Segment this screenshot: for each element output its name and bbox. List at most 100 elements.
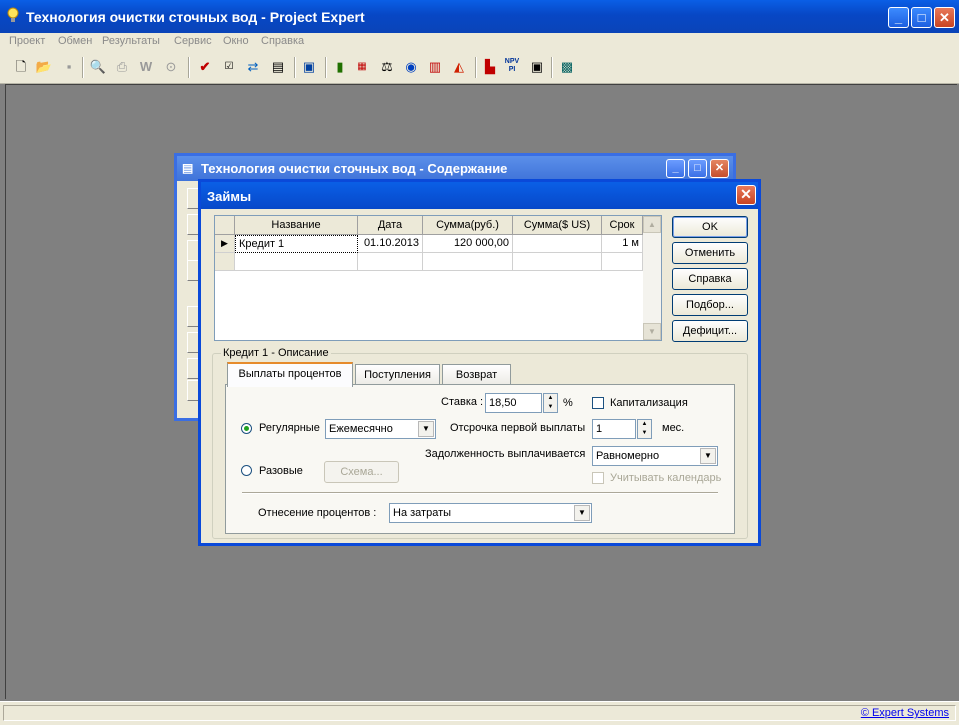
bookmark-icon[interactable]: ▮ <box>331 58 349 76</box>
chevron-down-icon[interactable]: ▼ <box>574 505 590 521</box>
calendar-label: Учитывать календарь <box>610 472 722 484</box>
deficit-button[interactable]: Дефицит... <box>672 320 748 342</box>
cell-empty[interactable] <box>513 253 602 271</box>
expert-systems-link[interactable]: © Expert Systems <box>861 707 949 719</box>
cell-term[interactable]: 1 м <box>602 235 643 253</box>
row-indicator[interactable] <box>215 253 235 271</box>
print-icon[interactable]: ⎙ <box>113 58 131 76</box>
analysis-icon[interactable]: ▩ <box>558 58 576 76</box>
contents-title: Технология очистки сточных вод - Содержа… <box>201 161 508 176</box>
table-icon[interactable]: ▣ <box>528 58 546 76</box>
scheme-button[interactable]: Схема... <box>324 461 399 483</box>
grid-corner <box>215 216 235 235</box>
cell-sum-usd[interactable] <box>513 235 602 253</box>
close-button[interactable]: ✕ <box>934 7 955 28</box>
chart-icon[interactable]: ◭ <box>450 58 468 76</box>
row-indicator-icon[interactable]: ▶ <box>215 235 235 253</box>
contents-titlebar: ▤ Технология очистки сточных вод - Содер… <box>177 156 733 181</box>
status-bar: © Expert Systems <box>0 701 959 725</box>
column-header-sum-rub[interactable]: Сумма(руб.) <box>423 216 513 235</box>
cell-empty[interactable] <box>423 253 513 271</box>
debt-label: Задолженность выплачивается <box>425 448 586 460</box>
menu-window[interactable]: Окно <box>223 35 249 47</box>
balance-icon[interactable]: ⚖ <box>378 58 396 76</box>
cell-empty[interactable] <box>358 253 423 271</box>
calculator-icon[interactable]: ◉ <box>402 58 420 76</box>
select-button[interactable]: Подбор... <box>672 294 748 316</box>
attribution-select[interactable]: На затраты ▼ <box>389 503 592 523</box>
loans-dialog: Займы ✕ Название Дата Сумма(руб.) Сумма(… <box>198 179 761 546</box>
word-export-icon[interactable]: W <box>137 58 155 76</box>
cell-sum-rub[interactable]: 120 000,00 <box>423 235 513 253</box>
spin-up-icon[interactable]: ▲ <box>544 394 557 403</box>
regular-label: Регулярные <box>259 422 320 434</box>
deferral-input[interactable]: 1 <box>592 419 636 439</box>
tab-receipts[interactable]: Поступления <box>355 364 440 385</box>
dialog-titlebar: Займы ✕ <box>201 182 758 209</box>
ok-button[interactable]: OK <box>672 216 748 238</box>
cell-empty[interactable] <box>235 253 358 271</box>
report-icon[interactable]: ▥ <box>426 58 444 76</box>
tab-interest-payments[interactable]: Выплаты процентов <box>227 362 353 387</box>
search-icon[interactable]: ⊙ <box>162 58 180 76</box>
contents-minimize-button[interactable]: _ <box>666 159 685 178</box>
help-button[interactable]: Справка <box>672 268 748 290</box>
regular-period-select[interactable]: Ежемесячно ▼ <box>325 419 436 439</box>
column-header-term[interactable]: Срок <box>602 216 643 235</box>
regular-period-value: Ежемесячно <box>329 423 393 435</box>
dialog-close-button[interactable]: ✕ <box>736 185 756 205</box>
cancel-button[interactable]: Отменить <box>672 242 748 264</box>
cell-empty[interactable] <box>602 253 643 271</box>
grid-scrollbar[interactable]: ▲ ▼ <box>643 216 661 340</box>
contents-close-button[interactable]: ✕ <box>710 159 729 178</box>
column-header-name[interactable]: Название <box>235 216 358 235</box>
onetime-radio[interactable] <box>241 465 252 476</box>
spin-up-icon[interactable]: ▲ <box>638 420 651 429</box>
chevron-down-icon[interactable]: ▼ <box>700 448 716 464</box>
menu-exchange[interactable]: Обмен <box>58 35 92 47</box>
rate-input[interactable]: 18,50 <box>485 393 542 413</box>
scroll-down-icon[interactable]: ▼ <box>643 323 661 340</box>
cashflow-icon[interactable]: ▦ <box>353 58 371 76</box>
new-file-icon[interactable]: 🗋 <box>12 58 30 76</box>
calendar-checkbox[interactable] <box>592 472 604 484</box>
onetime-label: Разовые <box>259 465 303 477</box>
column-header-date[interactable]: Дата <box>358 216 423 235</box>
spin-down-icon[interactable]: ▼ <box>638 429 651 438</box>
column-header-sum-usd[interactable]: Сумма($ US) <box>513 216 602 235</box>
notes-icon[interactable]: ▤ <box>269 58 287 76</box>
regular-radio[interactable] <box>241 423 252 434</box>
minimize-button[interactable]: _ <box>888 7 909 28</box>
save-icon[interactable]: ▪ <box>60 58 78 76</box>
capitalization-checkbox[interactable] <box>592 397 604 409</box>
debt-repayment-select[interactable]: Равномерно ▼ <box>592 446 718 466</box>
print-preview-icon[interactable]: 🔍 <box>89 58 107 76</box>
loans-grid[interactable]: Название Дата Сумма(руб.) Сумма($ US) Ср… <box>214 215 662 341</box>
menu-bar: Проект Обмен Результаты Сервис Окно Спра… <box>0 33 959 53</box>
menu-service[interactable]: Сервис <box>174 35 212 47</box>
check-icon[interactable]: ☑ <box>220 58 238 76</box>
dialog-title: Займы <box>207 189 252 204</box>
screen-icon[interactable]: ▣ <box>300 58 318 76</box>
deferral-spinner[interactable]: ▲ ▼ <box>637 419 652 439</box>
transfer-icon[interactable]: ⇄ <box>244 58 262 76</box>
menu-help[interactable]: Справка <box>261 35 304 47</box>
spin-down-icon[interactable]: ▼ <box>544 403 557 412</box>
attribution-value: На затраты <box>393 507 452 519</box>
attribution-label: Отнесение процентов : <box>258 507 377 519</box>
chevron-down-icon[interactable]: ▼ <box>418 421 434 437</box>
menu-project[interactable]: Проект <box>9 35 45 47</box>
npv-chart-icon[interactable]: ▙ <box>481 58 499 76</box>
contents-maximize-button[interactable]: □ <box>688 159 707 178</box>
npv-pi-icon[interactable]: NPV PI <box>503 58 521 76</box>
cell-date[interactable]: 01.10.2013 <box>358 235 423 253</box>
menu-results[interactable]: Результаты <box>102 35 160 47</box>
deferral-label: Отсрочка первой выплаты <box>450 422 586 434</box>
tab-repayment[interactable]: Возврат <box>442 364 511 385</box>
open-folder-icon[interactable]: 📂 <box>35 58 53 76</box>
cell-name[interactable]: Кредит 1 <box>235 235 358 253</box>
scroll-up-icon[interactable]: ▲ <box>643 216 661 233</box>
rate-spinner[interactable]: ▲ ▼ <box>543 393 558 413</box>
maximize-button[interactable]: □ <box>911 7 932 28</box>
checkmark-icon[interactable]: ✔ <box>196 58 214 76</box>
